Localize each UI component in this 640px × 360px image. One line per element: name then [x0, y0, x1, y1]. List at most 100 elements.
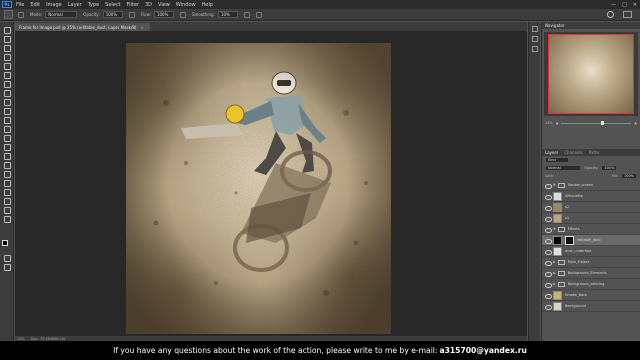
menu-window[interactable]: Window — [176, 2, 196, 8]
disclosure-arrow-icon[interactable]: ▼ — [553, 227, 556, 231]
visibility-eye-icon[interactable] — [545, 183, 552, 189]
document-canvas-artwork[interactable] — [126, 43, 391, 334]
navigator-zoom-slider[interactable] — [561, 120, 632, 125]
blend-mode-select[interactable]: Normal — [545, 165, 581, 171]
tab-paths[interactable]: Paths — [589, 150, 600, 155]
navigator-zoom-value[interactable]: 25% — [545, 121, 553, 125]
visibility-eye-icon[interactable] — [545, 260, 552, 266]
close-button[interactable]: ✕ — [633, 2, 637, 8]
smoothing-field[interactable]: 10% — [217, 11, 238, 18]
more-tools-icon[interactable] — [3, 215, 11, 223]
zoom-out-icon[interactable]: ▲ — [556, 121, 559, 125]
layer-row[interactable]: s2 — [542, 202, 640, 213]
menu-select[interactable]: Select — [105, 2, 120, 8]
maximize-button[interactable]: □ — [622, 2, 627, 8]
rectangle-tool-icon[interactable] — [3, 188, 11, 196]
layer-row-selected[interactable]: editable_dust — [542, 235, 640, 246]
disclosure-arrow-icon[interactable]: ▶ — [553, 282, 556, 286]
visibility-eye-icon[interactable] — [545, 304, 552, 310]
mode-select[interactable]: Normal — [45, 11, 78, 18]
layer-row[interactable]: ▶ Main_Object — [542, 257, 640, 268]
properties-panel-icon[interactable] — [532, 36, 538, 42]
history-panel-icon[interactable] — [532, 26, 538, 32]
layer-row[interactable]: ▶ Background_coloring — [542, 279, 640, 290]
tab-layers[interactable]: Layers — [545, 150, 558, 155]
menu-image[interactable]: Image — [46, 2, 62, 8]
flow-field[interactable]: 100% — [153, 11, 174, 18]
navigator-view-box[interactable] — [548, 34, 634, 114]
zoom-tool-icon[interactable] — [3, 206, 11, 214]
layer-fill-field[interactable]: 100% — [620, 173, 637, 179]
hand-tool-icon[interactable] — [3, 197, 11, 205]
history-brush-tool-icon[interactable] — [3, 116, 11, 124]
layer-row[interactable]: s1 — [542, 213, 640, 224]
layer-row[interactable]: ▶ Background_Elements — [542, 268, 640, 279]
layer-row[interactable]: Background — [542, 301, 640, 312]
photoshop-logo[interactable]: Ps — [2, 1, 12, 8]
menu-filter[interactable]: Filter — [127, 2, 139, 8]
visibility-eye-icon[interactable] — [545, 271, 552, 277]
type-tool-icon[interactable] — [3, 170, 11, 178]
visibility-eye-icon[interactable] — [545, 249, 552, 255]
menu-help[interactable]: Help — [202, 2, 213, 8]
menu-file[interactable]: File — [16, 2, 24, 8]
screen-mode-icon[interactable] — [3, 263, 11, 271]
layer-opacity-field[interactable]: 100% — [601, 165, 618, 171]
visibility-eye-icon[interactable] — [545, 293, 552, 299]
visibility-eye-icon[interactable] — [545, 205, 552, 211]
healing-brush-tool-icon[interactable] — [3, 89, 11, 97]
document-tab[interactable]: Frame for Image.psd @ 25% (editable_dust… — [15, 23, 150, 31]
tab-channels[interactable]: Channels — [564, 150, 583, 155]
menu-edit[interactable]: Edit — [30, 2, 40, 8]
opacity-field[interactable]: 100% — [102, 11, 123, 18]
menu-type[interactable]: Type — [88, 2, 99, 8]
pen-tool-icon[interactable] — [3, 161, 11, 169]
brush-tool-icon[interactable] — [3, 98, 11, 106]
visibility-eye-icon[interactable] — [545, 194, 552, 200]
gear-icon[interactable] — [243, 11, 250, 18]
status-zoom[interactable]: 25% — [17, 337, 25, 341]
brush-size-icon[interactable] — [18, 11, 24, 18]
pressure-opacity-icon[interactable] — [128, 11, 135, 18]
crop-tool-icon[interactable] — [3, 62, 11, 70]
marquee-tool-icon[interactable] — [3, 35, 11, 43]
foreground-color-swatch[interactable] — [2, 240, 8, 246]
menu-3d[interactable]: 3D — [145, 2, 152, 8]
path-selection-tool-icon[interactable] — [3, 179, 11, 187]
tool-preset-picker[interactable] — [4, 10, 13, 19]
color-panel-icon[interactable] — [532, 46, 538, 52]
workspace-icon[interactable] — [623, 11, 632, 18]
disclosure-arrow-icon[interactable]: ▶ — [553, 271, 556, 275]
kind-filter-select[interactable]: Kind — [545, 157, 569, 163]
disclosure-arrow-icon[interactable]: ▶ — [553, 260, 556, 264]
layer-row[interactable]: ▼ Effects — [542, 224, 640, 235]
move-tool-icon[interactable] — [3, 26, 11, 34]
menu-layer[interactable]: Layer — [68, 2, 82, 8]
lasso-tool-icon[interactable] — [3, 44, 11, 52]
zoom-slider-handle[interactable] — [600, 120, 604, 125]
layer-row[interactable]: ▼ Smoke_screen — [542, 180, 640, 191]
document-tab-close-icon[interactable]: × — [140, 25, 143, 30]
menu-view[interactable]: View — [158, 2, 170, 8]
eyedropper-tool-icon[interactable] — [3, 80, 11, 88]
visibility-eye-icon[interactable] — [545, 282, 552, 288]
eraser-tool-icon[interactable] — [3, 125, 11, 133]
quick-select-tool-icon[interactable] — [3, 53, 11, 61]
layer-row[interactable]: dust_underfast — [542, 246, 640, 257]
search-icon[interactable] — [607, 11, 614, 18]
visibility-eye-icon[interactable] — [545, 238, 552, 244]
disclosure-arrow-icon[interactable]: ▼ — [553, 183, 556, 187]
dodge-tool-icon[interactable] — [3, 152, 11, 160]
quick-mask-icon[interactable] — [3, 254, 11, 262]
zoom-in-icon[interactable]: ▲ — [634, 121, 637, 125]
blur-tool-icon[interactable] — [3, 143, 11, 151]
clone-stamp-tool-icon[interactable] — [3, 107, 11, 115]
tab-navigator[interactable]: Navigator — [545, 23, 565, 28]
layer-row[interactable]: Silhouette — [542, 191, 640, 202]
visibility-eye-icon[interactable] — [545, 216, 552, 222]
gradient-tool-icon[interactable] — [3, 134, 11, 142]
layer-row[interactable]: Smoke_Back — [542, 290, 640, 301]
visibility-eye-icon[interactable] — [545, 227, 552, 233]
frame-tool-icon[interactable] — [3, 71, 11, 79]
layer-mask-thumbnail[interactable] — [565, 235, 574, 245]
